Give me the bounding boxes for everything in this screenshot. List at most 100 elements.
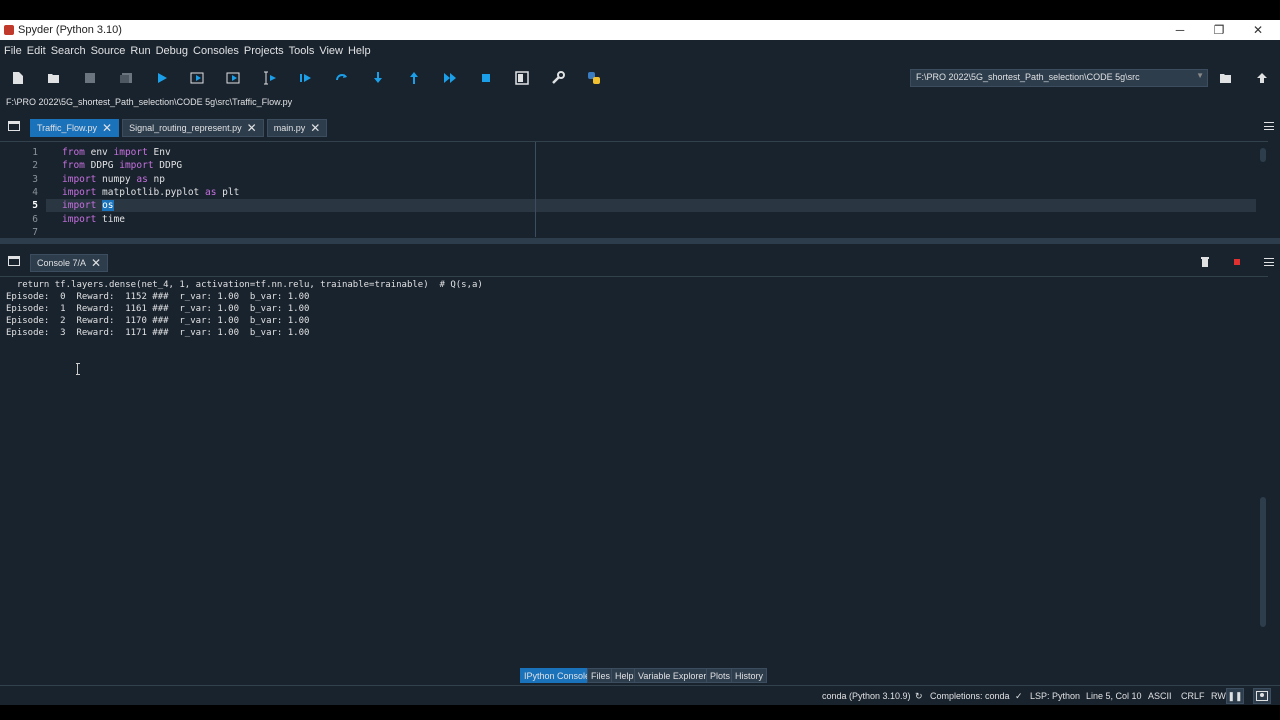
new-file-icon[interactable] (10, 70, 26, 86)
status-permissions: RW (1211, 691, 1226, 701)
debug-icon[interactable] (298, 70, 314, 86)
line-number: 3 (32, 173, 38, 185)
debug-stop-icon[interactable] (478, 70, 494, 86)
tab-label: main.py (273, 123, 306, 133)
minimize-button[interactable]: ─ (1160, 20, 1200, 40)
pane-splitter[interactable] (0, 238, 1280, 244)
tab-variable-explorer[interactable]: Variable Explorer (634, 668, 711, 683)
debug-continue-icon[interactable] (442, 70, 458, 86)
clear-console-icon[interactable] (1200, 257, 1210, 267)
status-completions[interactable]: Completions: conda (930, 691, 1010, 701)
status-encoding: ASCII (1148, 691, 1172, 701)
status-environment[interactable]: conda (Python 3.10.9) (822, 691, 911, 701)
python-path-icon[interactable] (586, 70, 602, 86)
interrupt-kernel-icon[interactable] (1232, 257, 1242, 267)
pause-icon[interactable]: ❚❚ (1226, 688, 1244, 704)
tab-signal-routing[interactable]: Signal_routing_represent.py ✕ (122, 119, 264, 137)
ipython-console-output[interactable]: return tf.layers.dense(net_4, 1, activat… (0, 276, 1268, 666)
menu-source[interactable]: Source (91, 45, 126, 57)
open-file-icon[interactable] (46, 70, 62, 86)
console-menu-icon[interactable] (1264, 258, 1274, 266)
tab-console-7a[interactable]: Console 7/A ✕ (30, 254, 109, 272)
editor-tabs: Traffic_Flow.py ✕ Signal_routing_represe… (30, 119, 330, 139)
code-line: from DDPG import DDPG (62, 160, 183, 172)
text-cursor-icon (76, 363, 80, 375)
line-number: 2 (32, 160, 38, 172)
tab-files[interactable]: Files (587, 668, 615, 683)
line-number: 6 (32, 213, 38, 225)
completions-icon: ↻ (915, 691, 923, 701)
close-button[interactable]: ✕ (1238, 20, 1278, 40)
editor-menu-icon[interactable] (1264, 122, 1274, 130)
close-tab-icon[interactable]: ✕ (310, 121, 320, 135)
menu-view[interactable]: View (319, 45, 343, 57)
console-scrollbar[interactable] (1260, 497, 1266, 627)
run-selection-icon[interactable] (262, 70, 278, 86)
console-line: Episode: 3 Reward: 1171 ### r_var: 1.00 … (6, 328, 310, 338)
tab-plots[interactable]: Plots (706, 668, 735, 683)
menu-edit[interactable]: Edit (27, 45, 46, 57)
status-cursor-position: Line 5, Col 10 (1086, 691, 1142, 701)
debug-step-return-icon[interactable] (406, 70, 422, 86)
close-tab-icon[interactable]: ✕ (247, 121, 257, 135)
editor-file-path: F:\PRO 2022\5G_shortest_Path_selection\C… (6, 97, 293, 107)
tab-ipython-console[interactable]: IPython Console (520, 668, 595, 683)
editor-pane: Traffic_Flow.py ✕ Signal_routing_represe… (0, 113, 1280, 243)
menu-consoles[interactable]: Consoles (193, 45, 239, 57)
parent-directory-icon[interactable] (1254, 70, 1270, 86)
run-cell-advance-icon[interactable] (226, 70, 242, 86)
status-bar: conda (Python 3.10.9) ↻ Completions: con… (0, 685, 1280, 705)
line-number: 4 (32, 186, 38, 198)
debug-step-icon[interactable] (334, 70, 350, 86)
title-bar: Spyder (Python 3.10) ─ ❐ ✕ (0, 20, 1280, 40)
close-tab-icon[interactable]: ✕ (91, 256, 101, 270)
line-number: 5 (32, 200, 38, 212)
console-line: Episode: 0 Reward: 1152 ### r_var: 1.00 … (6, 292, 310, 302)
working-directory-combo[interactable]: F:\PRO 2022\5G_shortest_Path_selection\C… (910, 69, 1208, 87)
status-eol: CRLF (1181, 691, 1205, 701)
close-tab-icon[interactable]: ✕ (102, 121, 112, 135)
main-toolbar: F:\PRO 2022\5G_shortest_Path_selection\C… (0, 63, 1280, 93)
screen-capture-icon[interactable] (1253, 688, 1271, 704)
restore-button[interactable]: ❐ (1199, 20, 1239, 40)
console-line: Episode: 2 Reward: 1170 ### r_var: 1.00 … (6, 316, 310, 326)
tab-main[interactable]: main.py ✕ (266, 119, 328, 137)
letterbox-bottom (0, 705, 1280, 720)
menu-help[interactable]: Help (348, 45, 371, 57)
save-icon[interactable] (82, 70, 98, 86)
console-line: return tf.layers.dense(net_4, 1, activat… (6, 280, 483, 290)
editor-scrollbar[interactable] (1260, 148, 1266, 162)
spyder-logo-icon (4, 25, 14, 35)
menu-tools[interactable]: Tools (289, 45, 315, 57)
preferences-icon[interactable] (550, 70, 566, 86)
menu-file[interactable]: File (4, 45, 22, 57)
spyder-window: Spyder (Python 3.10) ─ ❐ ✕ File Edit Sea… (0, 20, 1280, 705)
tab-history[interactable]: History (731, 668, 768, 683)
maximize-pane-icon[interactable] (514, 70, 530, 86)
menu-projects[interactable]: Projects (244, 45, 284, 57)
menu-run[interactable]: Run (130, 45, 150, 57)
run-icon[interactable] (154, 70, 170, 86)
menu-debug[interactable]: Debug (156, 45, 188, 57)
pane-options-icon[interactable] (8, 121, 20, 131)
chevron-down-icon[interactable]: ▼ (1196, 71, 1204, 80)
browse-folder-icon[interactable] (1218, 70, 1234, 86)
dock-tabs: IPython Console Files Help Variable Expl… (0, 667, 1280, 685)
code-line: import matplotlib.pyplot as plt (62, 186, 240, 198)
save-all-icon[interactable] (118, 70, 134, 86)
run-cell-icon[interactable] (190, 70, 206, 86)
current-line-highlight (46, 199, 1256, 213)
pane-options-icon[interactable] (8, 256, 20, 266)
debug-step-into-icon[interactable] (370, 70, 386, 86)
console-pane: Console 7/A ✕ return tf.layers.dense(net… (0, 246, 1280, 666)
window-title: Spyder (Python 3.10) (18, 24, 122, 36)
console-tabs: Console 7/A ✕ (30, 254, 111, 274)
tab-traffic-flow[interactable]: Traffic_Flow.py ✕ (30, 119, 120, 137)
console-line: Episode: 1 Reward: 1161 ### r_var: 1.00 … (6, 304, 310, 314)
menu-search[interactable]: Search (51, 45, 86, 57)
line-number-gutter: 1 2 3 4 5 6 7 (0, 142, 46, 238)
code-line: import numpy as np (62, 173, 165, 185)
letterbox-top (0, 0, 1280, 20)
code-editor[interactable]: 1 2 3 4 5 6 7 from env import Env from D… (0, 141, 1268, 238)
status-lsp[interactable]: LSP: Python (1030, 691, 1080, 701)
